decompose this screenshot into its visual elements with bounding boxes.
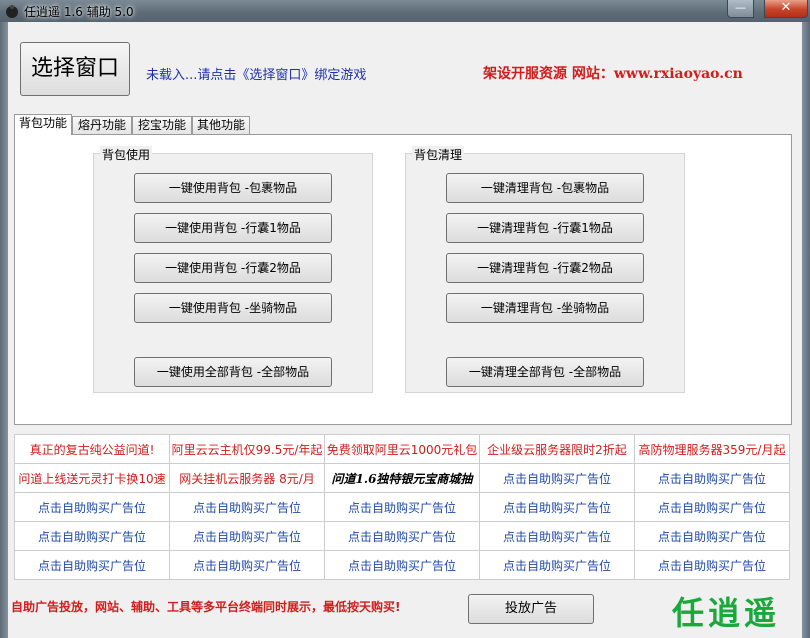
use-bag-button[interactable]: 一键使用背包 -包裹物品 (134, 173, 332, 203)
clean-pack1-button[interactable]: 一键清理背包 -行囊1物品 (446, 213, 644, 243)
brand-logo: 任逍遥 (672, 594, 781, 632)
backpack-tab-panel: 背包使用 一键使用背包 -包裹物品 一键使用背包 -行囊1物品 一键使用背包 -… (14, 134, 792, 425)
use-mount-button[interactable]: 一键使用背包 -坐骑物品 (134, 293, 332, 323)
ad-row: 点击自助购买广告位 点击自助购买广告位 点击自助购买广告位 点击自助购买广告位 … (14, 492, 790, 522)
ad-cell[interactable]: 点击自助购买广告位 (479, 550, 635, 580)
title-bar[interactable]: 任逍遥 1.6 辅助 5.0 — ✕ (0, 0, 810, 22)
use-all-button[interactable]: 一键使用全部背包 -全部物品 (134, 357, 332, 387)
ad-grid: 真正的复古纯公益问道! 阿里云云主机仅99.5元/年起 免费领取阿里云1000元… (14, 434, 790, 580)
close-button[interactable]: ✕ (764, 0, 808, 18)
clean-bag-button[interactable]: 一键清理背包 -包裹物品 (446, 173, 644, 203)
ad-cell[interactable]: 点击自助购买广告位 (634, 550, 790, 580)
ad-cell[interactable]: 点击自助购买广告位 (634, 463, 790, 493)
ad-cell[interactable]: 点击自助购买广告位 (479, 492, 635, 522)
backpack-clean-title: 背包清理 (412, 146, 465, 163)
clean-all-button[interactable]: 一键清理全部背包 -全部物品 (446, 357, 644, 387)
ad-cell[interactable]: 点击自助购买广告位 (169, 492, 325, 522)
ad-cell[interactable]: 网关挂机云服务器 8元/月 (169, 463, 325, 493)
ad-row: 真正的复古纯公益问道! 阿里云云主机仅99.5元/年起 免费领取阿里云1000元… (14, 434, 790, 464)
ad-cell[interactable]: 阿里云云主机仅99.5元/年起 (169, 434, 325, 464)
backpack-clean-group: 背包清理 一键清理背包 -包裹物品 一键清理背包 -行囊1物品 一键清理背包 -… (405, 146, 685, 393)
clean-pack2-button[interactable]: 一键清理背包 -行囊2物品 (446, 253, 644, 283)
window-frame-right (802, 22, 810, 638)
tab-melt[interactable]: 熔丹功能 (72, 116, 132, 134)
client-area: 选择窗口 未载入...请点击《选择窗口》绑定游戏 架设开服资源 网站：www.r… (8, 22, 802, 638)
ad-row: 点击自助购买广告位 点击自助购买广告位 点击自助购买广告位 点击自助购买广告位 … (14, 550, 790, 580)
tab-backpack[interactable]: 背包功能 (14, 114, 72, 135)
ad-cell[interactable]: 点击自助购买广告位 (324, 521, 480, 551)
ad-row: 点击自助购买广告位 点击自助购买广告位 点击自助购买广告位 点击自助购买广告位 … (14, 521, 790, 551)
place-ad-button[interactable]: 投放广告 (468, 594, 594, 624)
ad-cell[interactable]: 高防物理服务器359元/月起 (634, 434, 790, 464)
ad-cell[interactable]: 免费领取阿里云1000元礼包 (324, 434, 480, 464)
app-logo-icon (6, 5, 18, 18)
backpack-use-title: 背包使用 (100, 146, 153, 163)
ad-cell[interactable]: 点击自助购买广告位 (479, 521, 635, 551)
ad-cell[interactable]: 点击自助购买广告位 (634, 492, 790, 522)
ad-cell[interactable]: 点击自助购买广告位 (169, 550, 325, 580)
ad-promo-text: 自助广告投放，网站、辅助、工具等多平台终端同时展示，最低按天购买! (11, 600, 401, 614)
tab-dig[interactable]: 挖宝功能 (132, 116, 192, 134)
ad-cell[interactable]: 点击自助购买广告位 (479, 463, 635, 493)
ad-row: 问道上线送元灵打卡换10速 网关挂机云服务器 8元/月 问道1.6独特银元宝商城… (14, 463, 790, 493)
ad-cell[interactable]: 点击自助购买广告位 (324, 492, 480, 522)
ad-cell[interactable]: 点击自助购买广告位 (14, 492, 170, 522)
site-promo-text: 架设开服资源 网站：www.rxiaoyao.cn (483, 66, 743, 82)
select-window-button[interactable]: 选择窗口 (20, 42, 130, 96)
window-frame-left (0, 22, 8, 638)
ad-cell[interactable]: 点击自助购买广告位 (14, 521, 170, 551)
ad-cell[interactable]: 点击自助购买广告位 (324, 550, 480, 580)
status-text: 未载入...请点击《选择窗口》绑定游戏 (146, 68, 367, 83)
backpack-use-group: 背包使用 一键使用背包 -包裹物品 一键使用背包 -行囊1物品 一键使用背包 -… (93, 146, 373, 393)
use-pack2-button[interactable]: 一键使用背包 -行囊2物品 (134, 253, 332, 283)
ad-cell[interactable]: 问道上线送元灵打卡换10速 (14, 463, 170, 493)
minimize-button[interactable]: — (727, 0, 754, 18)
ad-cell[interactable]: 企业级云服务器限时2折起 (479, 434, 635, 464)
ad-cell[interactable]: 点击自助购买广告位 (169, 521, 325, 551)
use-pack1-button[interactable]: 一键使用背包 -行囊1物品 (134, 213, 332, 243)
tab-other[interactable]: 其他功能 (192, 116, 250, 134)
ad-cell[interactable]: 点击自助购买广告位 (14, 550, 170, 580)
ad-cell[interactable]: 问道1.6独特银元宝商城抽 (324, 463, 480, 493)
ad-cell[interactable]: 真正的复古纯公益问道! (14, 434, 170, 464)
clean-mount-button[interactable]: 一键清理背包 -坐骑物品 (446, 293, 644, 323)
ad-cell[interactable]: 点击自助购买广告位 (634, 521, 790, 551)
window-title: 任逍遥 1.6 辅助 5.0 (24, 5, 134, 19)
